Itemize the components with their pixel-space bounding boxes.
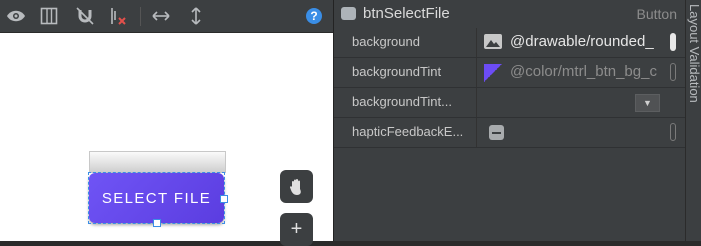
attribute-value-field[interactable]: @drawable/rounded_ (476, 28, 685, 57)
attribute-name: hapticFeedbackE... (352, 124, 464, 139)
layout-placeholder (89, 151, 226, 173)
attribute-name: backgroundTint (352, 64, 442, 79)
reference-picker-handle[interactable] (670, 33, 676, 51)
design-canvas[interactable]: SELECT FILE + (0, 33, 333, 246)
magnet-off-icon[interactable] (75, 6, 95, 26)
select-file-label: SELECT FILE (101, 189, 212, 207)
pan-button[interactable] (280, 170, 313, 203)
vertical-arrows-icon[interactable] (186, 6, 206, 26)
eye-icon[interactable] (6, 6, 26, 26)
reference-picker-handle[interactable] (670, 123, 676, 141)
resize-handle-bottom[interactable] (153, 219, 161, 227)
help-icon[interactable]: ? (306, 8, 322, 24)
attribute-row-backgroundtintmode: backgroundTint... ▼ (334, 88, 685, 118)
horizontal-arrows-icon[interactable] (151, 6, 171, 26)
reference-picker-handle[interactable] (670, 63, 676, 81)
attribute-value-field[interactable]: @color/mtrl_btn_bg_c (476, 58, 685, 87)
toolbar-separator (140, 7, 141, 26)
attribute-value: @color/mtrl_btn_bg_c (510, 63, 657, 80)
color-swatch-icon (484, 64, 502, 82)
image-icon (484, 34, 502, 49)
attribute-name: backgroundTint... (352, 94, 452, 109)
attribute-row-hapticfeedback: hapticFeedbackE... (334, 118, 685, 148)
plus-icon: + (290, 218, 303, 240)
indeterminate-checkbox[interactable] (489, 125, 504, 140)
layout-validation-tab[interactable]: Layout Validation (687, 4, 701, 103)
component-name: btnSelectFile (363, 5, 450, 22)
canvas-toolbar: ? (0, 0, 333, 33)
attribute-row-backgroundtint: backgroundTint @color/mtrl_btn_bg_c (334, 58, 685, 88)
zoom-in-button[interactable]: + (280, 213, 313, 246)
attributes-panel: btnSelectFile Button background @drawabl… (334, 0, 685, 241)
attribute-row-background: background @drawable/rounded_ (334, 28, 685, 58)
clear-constraints-icon[interactable] (108, 6, 128, 26)
attribute-value-field (476, 118, 685, 147)
resize-handle-right[interactable] (220, 195, 228, 203)
attributes-header: btnSelectFile Button (334, 0, 685, 30)
blueprint-icon[interactable] (39, 6, 59, 26)
component-icon (341, 7, 356, 20)
select-file-button[interactable]: SELECT FILE (89, 173, 224, 223)
chevron-down-icon[interactable]: ▼ (635, 94, 660, 112)
component-type: Button (636, 6, 677, 22)
hand-icon (289, 178, 301, 195)
attribute-value-field[interactable]: ▼ (476, 88, 685, 117)
side-tool-strip: Layout Validation (685, 0, 701, 241)
attribute-name: background (352, 34, 420, 49)
attribute-value: @drawable/rounded_ (510, 33, 654, 50)
